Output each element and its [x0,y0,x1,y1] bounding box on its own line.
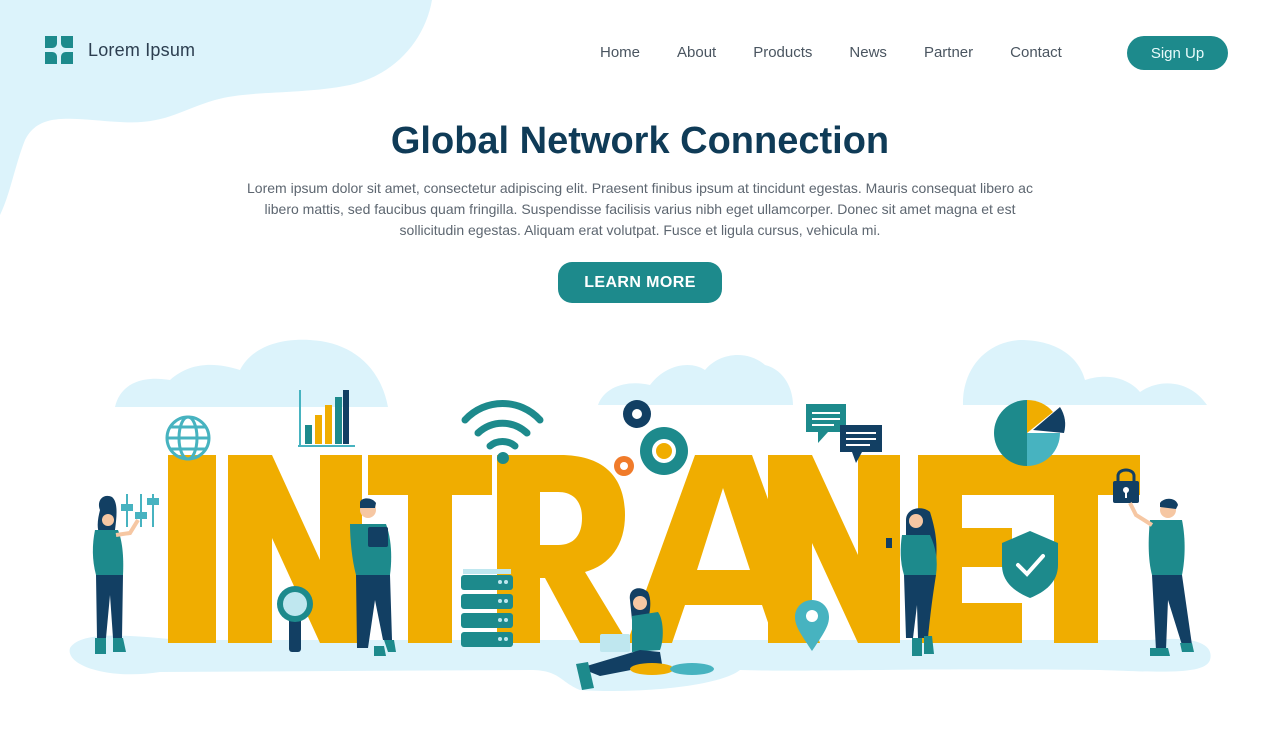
header: Lorem Ipsum Home About Products News Par… [0,0,1280,100]
nav-partner[interactable]: Partner [924,44,973,61]
wifi-icon [461,400,544,464]
shield-check-icon [1002,531,1058,598]
nav-news[interactable]: News [849,44,887,61]
intranet-illustration [69,339,1211,692]
sign-up-button[interactable]: Sign Up [1127,36,1228,70]
main-nav: Home About Products News Partner Contact [600,44,1062,61]
chat-bubbles-icon [806,404,882,463]
nav-products[interactable]: Products [753,44,812,61]
logo[interactable]: Lorem Ipsum [44,35,195,65]
person-man-padlock [1128,498,1194,656]
nav-home[interactable]: Home [600,44,640,61]
four-petal-logo-icon [45,36,73,64]
sliders-icon [121,494,159,527]
nav-contact[interactable]: Contact [1010,44,1062,61]
learn-more-button[interactable]: LEARN MORE [558,262,722,303]
hero-description: Lorem ipsum dolor sit amet, consectetur … [247,180,1033,238]
server-stack-icon [461,569,513,647]
nav-about[interactable]: About [677,44,716,61]
background-clouds [115,339,1207,407]
brand-name: Lorem Ipsum [88,39,196,60]
globe-icon [165,415,211,461]
hero-title: Global Network Connection [390,120,890,162]
gears-icon [614,400,688,476]
person-woman-sliders [92,495,140,654]
